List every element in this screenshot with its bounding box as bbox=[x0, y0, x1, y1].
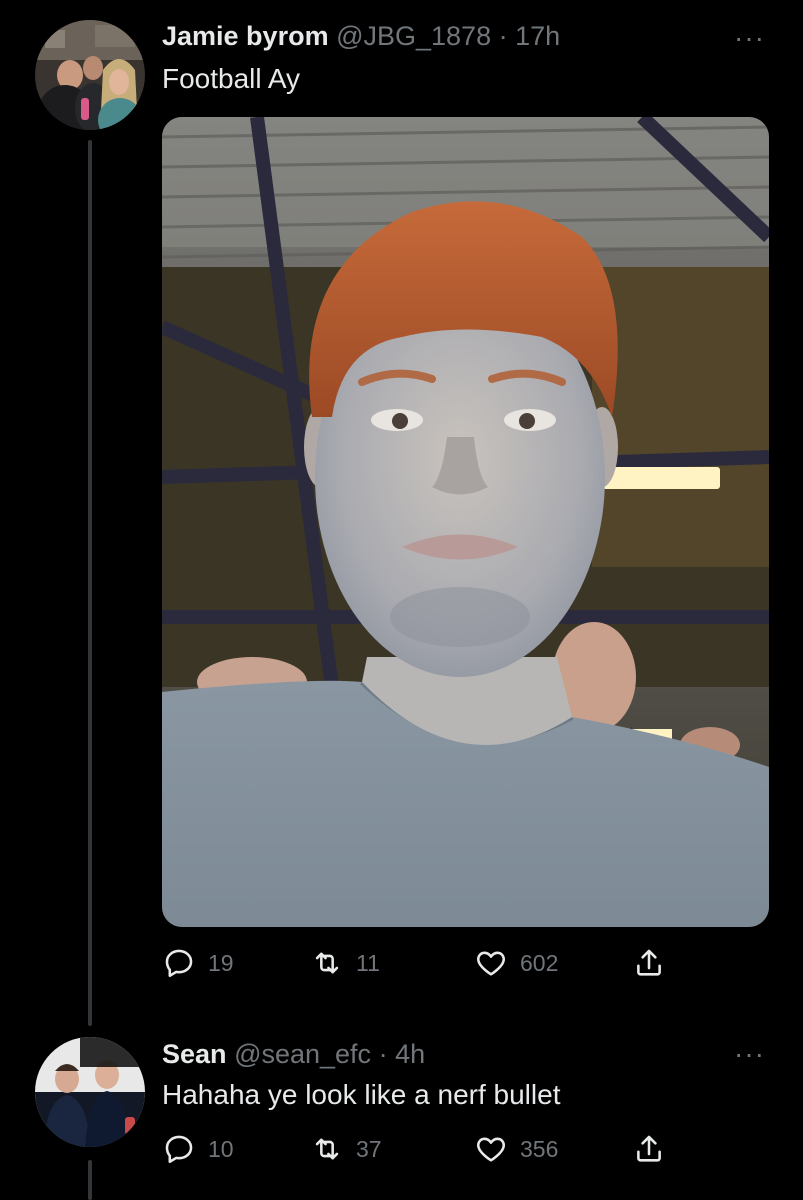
more-icon[interactable]: ··· bbox=[734, 1040, 765, 1068]
tweet-photo[interactable] bbox=[162, 117, 769, 927]
separator: · bbox=[498, 21, 508, 51]
reply-count: 19 bbox=[208, 949, 234, 976]
username-handle[interactable]: @sean_efc bbox=[234, 1039, 371, 1069]
username-handle[interactable]: @JBG_1878 bbox=[336, 21, 491, 51]
like-button[interactable]: 356 bbox=[474, 1132, 558, 1166]
tweet-actions: 10 37 356 bbox=[162, 1132, 682, 1172]
thread-connector bbox=[88, 1160, 92, 1200]
heart-icon bbox=[477, 951, 505, 976]
tweet-text: Football Ay bbox=[162, 63, 301, 94]
tweet-text: Hahaha ye look like a nerf bullet bbox=[162, 1079, 561, 1110]
retweet-icon bbox=[315, 1138, 339, 1160]
display-name[interactable]: Sean bbox=[162, 1039, 227, 1069]
retweet-button[interactable]: 11 bbox=[310, 946, 380, 980]
share-icon bbox=[637, 1135, 661, 1162]
reply-icon bbox=[165, 1135, 193, 1164]
tweet-header: Sean @sean_efc · 4h bbox=[162, 1038, 425, 1070]
timestamp[interactable]: 17h bbox=[515, 21, 560, 51]
thread-connector bbox=[88, 140, 92, 1026]
reply-button[interactable]: 19 bbox=[162, 946, 234, 980]
avatar[interactable] bbox=[35, 1037, 145, 1147]
more-icon[interactable]: ··· bbox=[734, 24, 765, 52]
reply-count: 10 bbox=[208, 1135, 234, 1162]
share-button[interactable] bbox=[632, 1132, 666, 1166]
retweet-count: 11 bbox=[356, 949, 380, 976]
reply-button[interactable]: 10 bbox=[162, 1132, 234, 1166]
retweet-button[interactable]: 37 bbox=[310, 1132, 382, 1166]
retweet-icon bbox=[315, 952, 339, 974]
reply-icon bbox=[165, 949, 193, 978]
share-icon bbox=[637, 949, 661, 976]
avatar[interactable] bbox=[35, 20, 145, 130]
retweet-count: 37 bbox=[356, 1135, 382, 1162]
tweet-actions: 19 11 602 bbox=[162, 946, 682, 986]
like-button[interactable]: 602 bbox=[474, 946, 558, 980]
like-count: 356 bbox=[520, 1135, 559, 1162]
like-count: 602 bbox=[520, 949, 559, 976]
display-name[interactable]: Jamie byrom bbox=[162, 21, 329, 51]
tweet-thread: Jamie byrom @JBG_1878 · 17h ··· Football… bbox=[0, 0, 803, 1200]
timestamp[interactable]: 4h bbox=[395, 1039, 425, 1069]
share-button[interactable] bbox=[632, 946, 666, 980]
separator: · bbox=[378, 1039, 388, 1069]
heart-icon bbox=[477, 1137, 505, 1162]
tweet-header: Jamie byrom @JBG_1878 · 17h bbox=[162, 20, 560, 52]
